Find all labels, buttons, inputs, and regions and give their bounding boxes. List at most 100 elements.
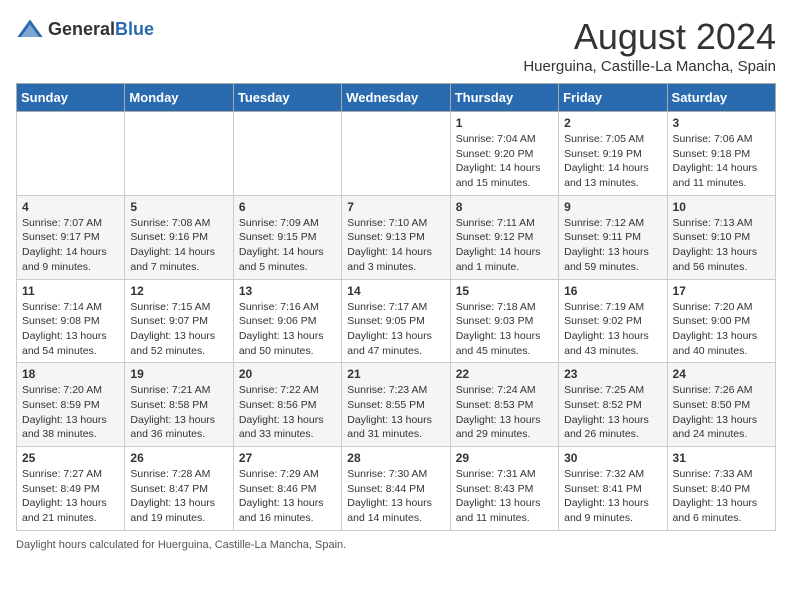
calendar-day-8: 8 Sunrise: 7:11 AM Sunset: 9:12 PM Daylig… <box>450 195 558 279</box>
day-number: 31 <box>673 451 770 465</box>
calendar-day-31: 31 Sunrise: 7:33 AM Sunset: 8:40 PM Dayli… <box>667 447 775 531</box>
calendar-week-row: 25 Sunrise: 7:27 AM Sunset: 8:49 PM Dayli… <box>17 447 776 531</box>
day-info: Sunrise: 7:20 AM Sunset: 9:00 PM Dayligh… <box>673 300 770 359</box>
day-number: 12 <box>130 284 227 298</box>
calendar-day-6: 6 Sunrise: 7:09 AM Sunset: 9:15 PM Daylig… <box>233 195 341 279</box>
calendar-week-row: 4 Sunrise: 7:07 AM Sunset: 9:17 PM Daylig… <box>17 195 776 279</box>
calendar-day-17: 17 Sunrise: 7:20 AM Sunset: 9:00 PM Dayli… <box>667 279 775 363</box>
month-title: August 2024 <box>523 16 776 58</box>
day-info: Sunrise: 7:06 AM Sunset: 9:18 PM Dayligh… <box>673 132 770 191</box>
day-info: Sunrise: 7:17 AM Sunset: 9:05 PM Dayligh… <box>347 300 444 359</box>
calendar-day-18: 18Sunrise: 7:20 AM Sunset: 8:59 PM Dayli… <box>17 363 125 447</box>
calendar-day-15: 15 Sunrise: 7:18 AM Sunset: 9:03 PM Dayli… <box>450 279 558 363</box>
day-number: 29 <box>456 451 553 465</box>
calendar-day-30: 30 Sunrise: 7:32 AM Sunset: 8:41 PM Dayli… <box>559 447 667 531</box>
day-number: 23 <box>564 367 661 381</box>
day-info: Sunrise: 7:22 AM Sunset: 8:56 PM Dayligh… <box>239 383 336 442</box>
day-number: 30 <box>564 451 661 465</box>
day-number: 16 <box>564 284 661 298</box>
day-info: Sunrise: 7:23 AM Sunset: 8:55 PM Dayligh… <box>347 383 444 442</box>
col-header-tuesday: Tuesday <box>233 84 341 112</box>
day-number: 26 <box>130 451 227 465</box>
day-number: 4 <box>22 200 119 214</box>
day-info: Sunrise: 7:24 AM Sunset: 8:53 PM Dayligh… <box>456 383 553 442</box>
day-info: Sunrise: 7:04 AM Sunset: 9:20 PM Dayligh… <box>456 132 553 191</box>
calendar-day-21: 21 Sunrise: 7:23 AM Sunset: 8:55 PM Dayli… <box>342 363 450 447</box>
col-header-friday: Friday <box>559 84 667 112</box>
day-info: Sunrise: 7:28 AM Sunset: 8:47 PM Dayligh… <box>130 467 227 526</box>
day-info: Sunrise: 7:33 AM Sunset: 8:40 PM Dayligh… <box>673 467 770 526</box>
day-number: 9 <box>564 200 661 214</box>
day-info: Sunrise: 7:29 AM Sunset: 8:46 PM Dayligh… <box>239 467 336 526</box>
day-info: Sunrise: 7:14 AM Sunset: 9:08 PM Dayligh… <box>22 300 119 359</box>
day-info: Sunrise: 7:19 AM Sunset: 9:02 PM Dayligh… <box>564 300 661 359</box>
day-number: 28 <box>347 451 444 465</box>
calendar-day-3: 3 Sunrise: 7:06 AM Sunset: 9:18 PM Daylig… <box>667 112 775 196</box>
day-info: Sunrise: 7:18 AM Sunset: 9:03 PM Dayligh… <box>456 300 553 359</box>
day-info: Sunrise: 7:26 AM Sunset: 8:50 PM Dayligh… <box>673 383 770 442</box>
calendar-day-7: 7 Sunrise: 7:10 AM Sunset: 9:13 PM Daylig… <box>342 195 450 279</box>
calendar-week-row: 11 Sunrise: 7:14 AM Sunset: 9:08 PM Dayli… <box>17 279 776 363</box>
day-number: 22 <box>456 367 553 381</box>
day-number: 1 <box>456 116 553 130</box>
col-header-saturday: Saturday <box>667 84 775 112</box>
calendar-day-12: 12 Sunrise: 7:15 AM Sunset: 9:07 PM Dayli… <box>125 279 233 363</box>
calendar-day-14: 14 Sunrise: 7:17 AM Sunset: 9:05 PM Dayli… <box>342 279 450 363</box>
col-header-wednesday: Wednesday <box>342 84 450 112</box>
calendar-day-9: 9Sunrise: 7:12 AM Sunset: 9:11 PM Daylig… <box>559 195 667 279</box>
calendar-day-22: 22 Sunrise: 7:24 AM Sunset: 8:53 PM Dayli… <box>450 363 558 447</box>
day-number: 21 <box>347 367 444 381</box>
calendar-day-5: 5 Sunrise: 7:08 AM Sunset: 9:16 PM Daylig… <box>125 195 233 279</box>
day-info: Sunrise: 7:10 AM Sunset: 9:13 PM Dayligh… <box>347 216 444 275</box>
header: GeneralBlue August 2024 Huerguina, Casti… <box>16 16 776 75</box>
day-info: Sunrise: 7:16 AM Sunset: 9:06 PM Dayligh… <box>239 300 336 359</box>
day-number: 11 <box>22 284 119 298</box>
day-number: 3 <box>673 116 770 130</box>
day-number: 27 <box>239 451 336 465</box>
calendar-day-26: 26 Sunrise: 7:28 AM Sunset: 8:47 PM Dayli… <box>125 447 233 531</box>
logo: GeneralBlue <box>16 16 154 44</box>
calendar-day-13: 13Sunrise: 7:16 AM Sunset: 9:06 PM Dayli… <box>233 279 341 363</box>
day-number: 7 <box>347 200 444 214</box>
day-number: 6 <box>239 200 336 214</box>
day-info: Sunrise: 7:07 AM Sunset: 9:17 PM Dayligh… <box>22 216 119 275</box>
day-info: Sunrise: 7:11 AM Sunset: 9:12 PM Dayligh… <box>456 216 553 275</box>
day-number: 10 <box>673 200 770 214</box>
calendar-empty-cell <box>17 112 125 196</box>
day-number: 14 <box>347 284 444 298</box>
day-info: Sunrise: 7:09 AM Sunset: 9:15 PM Dayligh… <box>239 216 336 275</box>
footer-note: Daylight hours calculated for Huerguina,… <box>16 539 776 551</box>
calendar-empty-cell <box>125 112 233 196</box>
day-number: 8 <box>456 200 553 214</box>
calendar-day-4: 4 Sunrise: 7:07 AM Sunset: 9:17 PM Daylig… <box>17 195 125 279</box>
day-number: 2 <box>564 116 661 130</box>
logo-icon <box>16 16 44 44</box>
day-number: 18 <box>22 367 119 381</box>
day-number: 25 <box>22 451 119 465</box>
day-info: Sunrise: 7:08 AM Sunset: 9:16 PM Dayligh… <box>130 216 227 275</box>
calendar-day-11: 11 Sunrise: 7:14 AM Sunset: 9:08 PM Dayli… <box>17 279 125 363</box>
calendar-day-25: 25 Sunrise: 7:27 AM Sunset: 8:49 PM Dayli… <box>17 447 125 531</box>
calendar-day-1: 1 Sunrise: 7:04 AM Sunset: 9:20 PM Daylig… <box>450 112 558 196</box>
calendar-day-24: 24 Sunrise: 7:26 AM Sunset: 8:50 PM Dayli… <box>667 363 775 447</box>
day-info: Sunrise: 7:27 AM Sunset: 8:49 PM Dayligh… <box>22 467 119 526</box>
day-number: 17 <box>673 284 770 298</box>
location-title: Huerguina, Castille-La Mancha, Spain <box>523 58 776 75</box>
calendar-week-row: 18Sunrise: 7:20 AM Sunset: 8:59 PM Dayli… <box>17 363 776 447</box>
title-area: August 2024 Huerguina, Castille-La Manch… <box>523 16 776 75</box>
day-info: Sunrise: 7:32 AM Sunset: 8:41 PM Dayligh… <box>564 467 661 526</box>
calendar-empty-cell <box>233 112 341 196</box>
day-number: 19 <box>130 367 227 381</box>
col-header-thursday: Thursday <box>450 84 558 112</box>
calendar-header-row: SundayMondayTuesdayWednesdayThursdayFrid… <box>17 84 776 112</box>
day-info: Sunrise: 7:13 AM Sunset: 9:10 PM Dayligh… <box>673 216 770 275</box>
day-info: Sunrise: 7:15 AM Sunset: 9:07 PM Dayligh… <box>130 300 227 359</box>
col-header-sunday: Sunday <box>17 84 125 112</box>
calendar-day-28: 28Sunrise: 7:30 AM Sunset: 8:44 PM Dayli… <box>342 447 450 531</box>
day-number: 24 <box>673 367 770 381</box>
day-number: 15 <box>456 284 553 298</box>
calendar-week-row: 1 Sunrise: 7:04 AM Sunset: 9:20 PM Daylig… <box>17 112 776 196</box>
day-info: Sunrise: 7:31 AM Sunset: 8:43 PM Dayligh… <box>456 467 553 526</box>
day-number: 5 <box>130 200 227 214</box>
calendar-day-27: 27 Sunrise: 7:29 AM Sunset: 8:46 PM Dayli… <box>233 447 341 531</box>
